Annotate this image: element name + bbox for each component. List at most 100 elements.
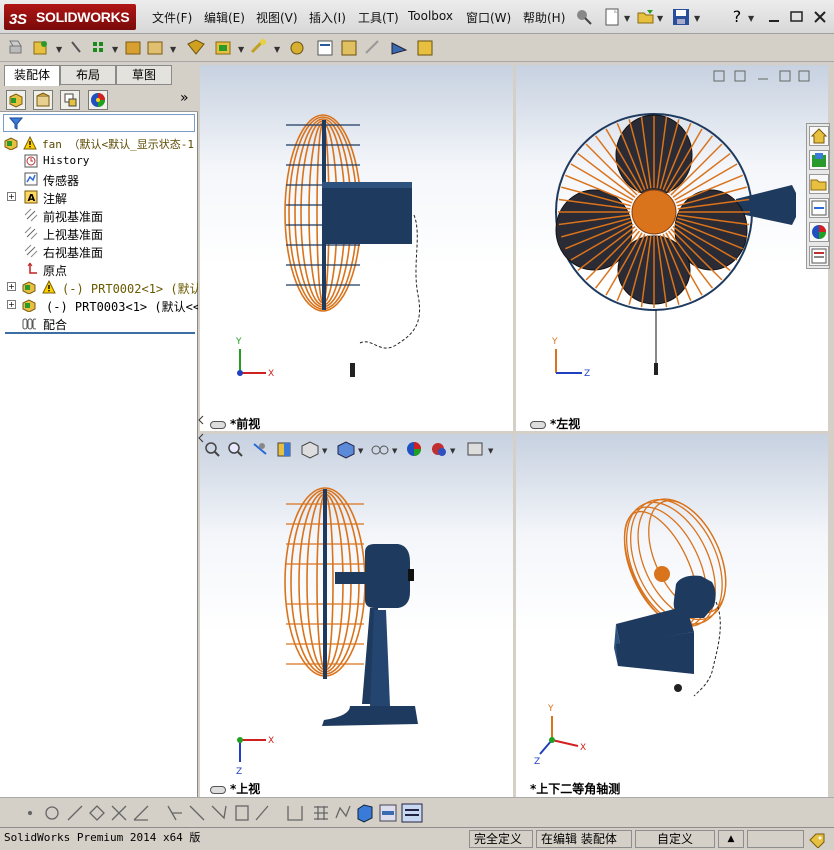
- new-motion-study-icon[interactable]: [290, 41, 304, 55]
- bill-of-materials-icon[interactable]: [317, 40, 333, 56]
- trim-icon[interactable]: [111, 805, 127, 821]
- smart-fasteners-icon[interactable]: [125, 41, 141, 55]
- design-library-icon[interactable]: [809, 150, 829, 170]
- graphics-area[interactable]: Y X *前视 Y Z *左视 X Z *上视 Y X Z *上下二等角轴测: [198, 62, 834, 797]
- circle-icon[interactable]: [45, 806, 59, 820]
- tree-item-prt0003[interactable]: + (-) PRT0003<1> (默认<<默认: [0, 296, 198, 314]
- tree-item-sensors[interactable]: 传感器: [0, 170, 198, 188]
- section-view-icon[interactable]: [277, 442, 291, 457]
- mirror-icon[interactable]: [167, 805, 182, 821]
- edit-appearance-icon[interactable]: [407, 442, 421, 456]
- grid-icon[interactable]: [314, 806, 328, 820]
- new-dropdown-icon[interactable]: ▼: [624, 14, 630, 23]
- viewport-front[interactable]: Y X *前视: [200, 65, 513, 431]
- tree-filter[interactable]: [3, 114, 195, 132]
- polygon-icon[interactable]: [89, 805, 105, 821]
- property-manager-icon[interactable]: [33, 90, 53, 110]
- minimize-icon[interactable]: [766, 8, 784, 26]
- viewport-top[interactable]: X Z *上视: [200, 434, 513, 797]
- smart-dimension-icon[interactable]: [255, 805, 269, 821]
- menu-edit[interactable]: 编辑(E): [204, 9, 245, 26]
- help-icon[interactable]: ?: [728, 8, 746, 26]
- display-manager-icon[interactable]: [88, 90, 108, 110]
- convert-entities-icon[interactable]: [189, 805, 205, 821]
- help-dropdown-icon[interactable]: ▼: [748, 14, 754, 23]
- interference-detection-icon[interactable]: [391, 42, 408, 55]
- expand-icon[interactable]: +: [7, 300, 16, 309]
- show-hidden-icon[interactable]: [187, 39, 205, 55]
- save-dropdown-icon[interactable]: ▼: [694, 14, 700, 23]
- quick-snaps-icon[interactable]: [379, 804, 397, 822]
- exploded-view-icon[interactable]: [341, 40, 357, 56]
- appearances-icon[interactable]: [809, 222, 829, 242]
- tree-item-top-plane[interactable]: 上视基准面: [0, 224, 198, 242]
- custom-properties-icon[interactable]: [809, 246, 829, 266]
- display-style-icon[interactable]: [337, 441, 355, 459]
- tree-root[interactable]: fan （默认<默认_显示状态-1: [0, 134, 198, 152]
- menu-tools[interactable]: 工具(T): [358, 9, 399, 26]
- file-explorer-icon[interactable]: [809, 174, 829, 194]
- units-dropdown-icon[interactable]: ▲: [718, 830, 744, 848]
- viewport-isometric[interactable]: Y X Z *上下二等角轴测: [516, 434, 828, 797]
- sketch-fillet-icon[interactable]: [335, 805, 351, 819]
- paperclip-icon[interactable]: [71, 41, 81, 53]
- clearance-verification-icon[interactable]: [417, 40, 433, 56]
- tree-item-annotations[interactable]: + A 注解: [0, 188, 198, 206]
- tree-item-prt0002[interactable]: + (-) PRT0002<1> (默认<默: [0, 278, 198, 296]
- explode-line-sketch-icon[interactable]: [365, 40, 379, 54]
- menu-help[interactable]: 帮助(H): [523, 9, 565, 26]
- menu-file[interactable]: 文件(F): [152, 9, 192, 26]
- line-icon[interactable]: [67, 805, 83, 821]
- zoom-to-fit-icon[interactable]: [205, 442, 220, 457]
- tab-assembly[interactable]: 装配体: [4, 65, 60, 86]
- reference-geometry-icon[interactable]: [250, 39, 266, 54]
- tree-item-origin[interactable]: 原点: [0, 260, 198, 278]
- 3d-sketch-icon[interactable]: [357, 804, 373, 823]
- rapid-sketch-icon[interactable]: [401, 803, 423, 823]
- new-document-icon[interactable]: [603, 8, 621, 26]
- tag-icon[interactable]: [808, 832, 826, 848]
- viewport-controls[interactable]: [713, 70, 810, 82]
- tree-item-history[interactable]: History: [0, 152, 198, 170]
- view-palette-icon[interactable]: [809, 198, 829, 218]
- menu-window[interactable]: 窗口(W): [466, 9, 511, 26]
- tab-layout[interactable]: 布局: [60, 65, 116, 85]
- expand-icon[interactable]: +: [7, 192, 16, 201]
- tree-item-front-plane[interactable]: 前视基准面: [0, 206, 198, 224]
- panel-expand-icon[interactable]: »: [180, 90, 189, 106]
- restore-icon[interactable]: [788, 8, 806, 26]
- tree-item-mates[interactable]: 配合: [0, 314, 198, 332]
- mate-icon[interactable]: [33, 41, 47, 55]
- pin-icon[interactable]: [575, 8, 593, 26]
- tree-item-right-plane[interactable]: 右视基准面: [0, 242, 198, 260]
- view-settings-icon[interactable]: [467, 442, 483, 456]
- open-dropdown-icon[interactable]: ▼: [657, 14, 663, 23]
- zoom-to-area-icon[interactable]: [228, 442, 243, 457]
- solidworks-resources-icon[interactable]: [809, 126, 829, 146]
- linear-pattern-icon[interactable]: [93, 42, 103, 52]
- menu-insert[interactable]: 插入(I): [309, 9, 346, 26]
- offset-icon[interactable]: [133, 805, 149, 821]
- configuration-manager-icon[interactable]: [60, 90, 80, 110]
- save-icon[interactable]: [672, 8, 690, 26]
- close-icon[interactable]: [811, 8, 829, 26]
- assembly-features-icon[interactable]: [215, 41, 231, 55]
- solidworks-logo[interactable]: 3S SOLIDWORKS: [4, 4, 136, 30]
- tab-sketch[interactable]: 草图: [116, 65, 172, 85]
- insert-components-icon[interactable]: [9, 40, 22, 54]
- open-folder-icon[interactable]: [637, 8, 655, 26]
- menu-toolbox[interactable]: Toolbox: [408, 9, 453, 23]
- sketch-rectangle-icon[interactable]: [235, 805, 249, 821]
- expand-icon[interactable]: +: [7, 282, 16, 291]
- feature-manager-icon[interactable]: [6, 90, 26, 110]
- units-status[interactable]: 自定义: [635, 830, 715, 848]
- point-icon[interactable]: [27, 810, 33, 816]
- menu-view[interactable]: 视图(V): [256, 9, 298, 26]
- previous-view-icon[interactable]: [253, 443, 267, 455]
- apply-scene-icon[interactable]: [432, 443, 446, 456]
- move-component-icon[interactable]: [147, 41, 163, 55]
- viewport-left[interactable]: Y Z *左视: [516, 65, 828, 431]
- hide-show-items-icon[interactable]: [371, 445, 389, 455]
- view-orientation-icon[interactable]: [301, 441, 319, 459]
- extend-icon[interactable]: [211, 805, 227, 820]
